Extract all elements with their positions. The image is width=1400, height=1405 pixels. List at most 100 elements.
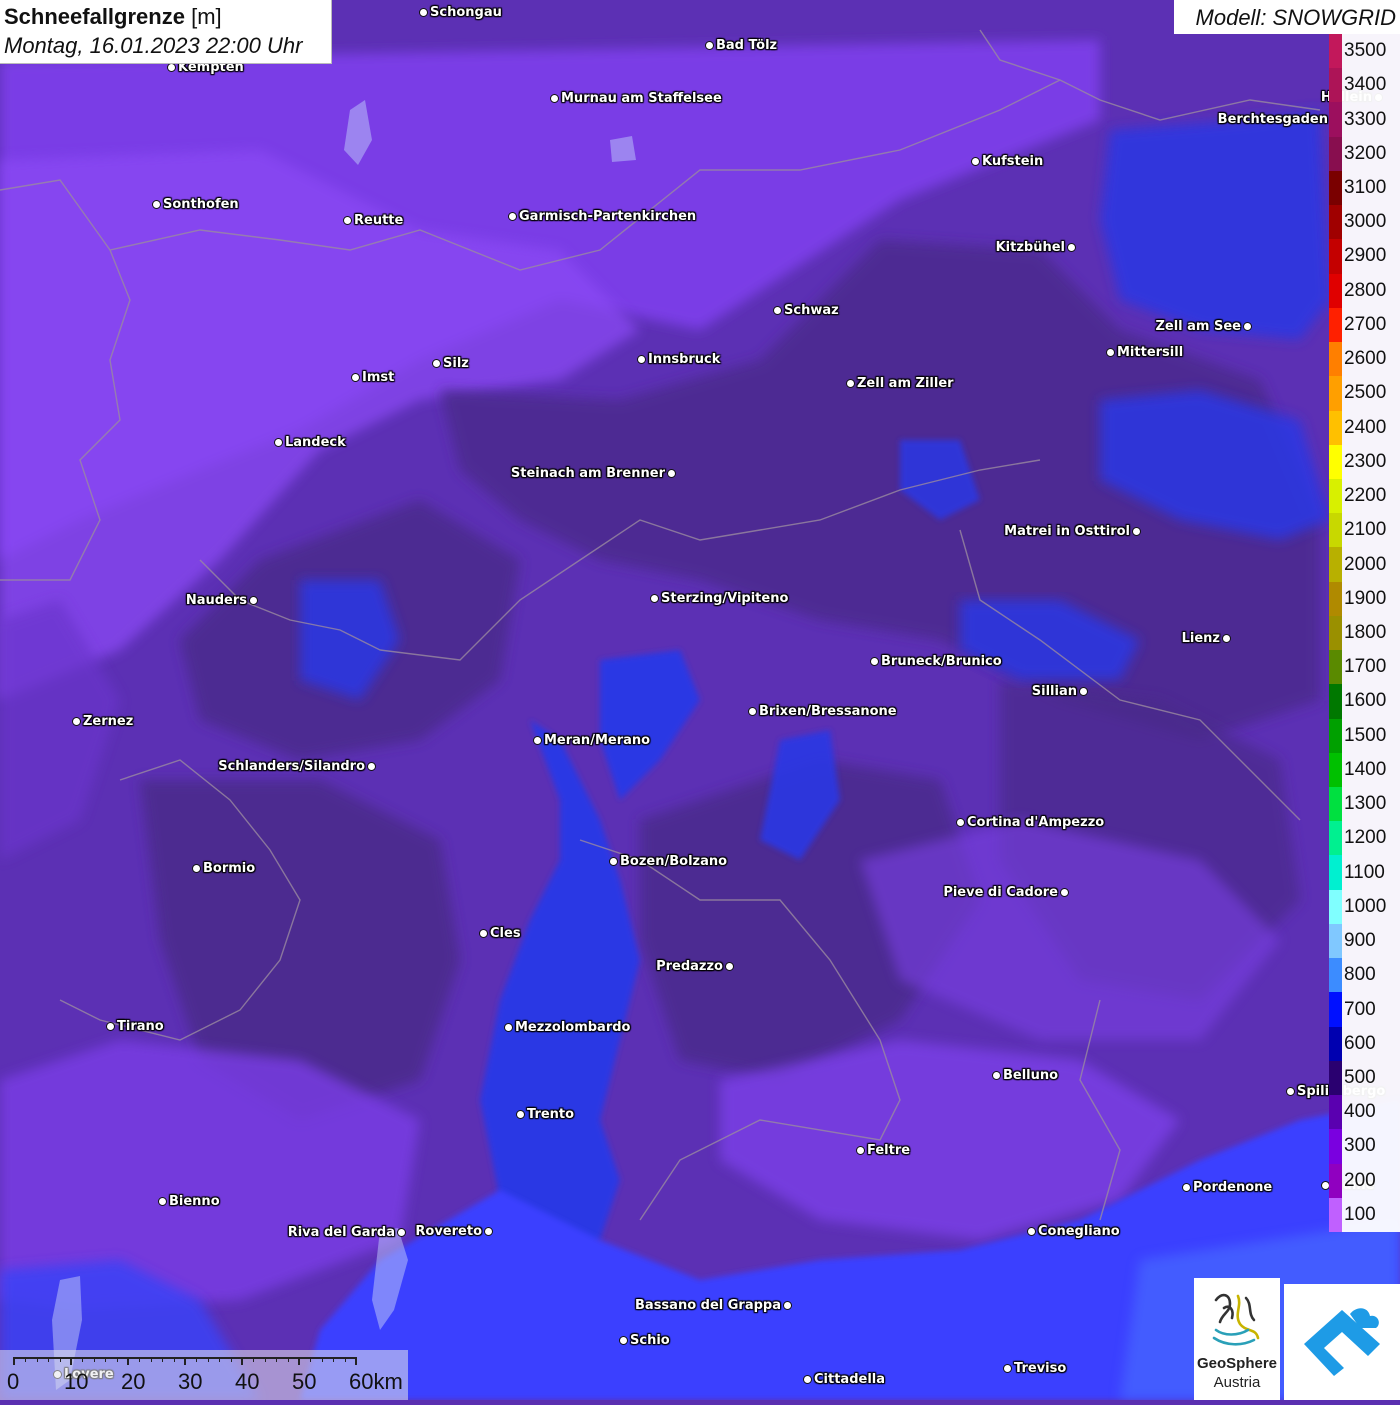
scale-tick	[276, 1357, 278, 1362]
scale-tick	[241, 1357, 243, 1365]
city-label: Steinach am Brenner	[511, 466, 678, 482]
city-label: Murnau am Staffelsee	[548, 91, 722, 107]
city-label: Bassano del Grappa	[635, 1298, 794, 1314]
legend-label: 1400	[1344, 758, 1387, 780]
city-name: Kufstein	[982, 154, 1044, 169]
city-dot-icon	[479, 929, 488, 938]
legend-swatch	[1329, 1197, 1342, 1233]
city-name: Brixen/Bressanone	[759, 704, 897, 719]
geosphere-name: GeoSphere	[1196, 1355, 1278, 1372]
city-label: Bienno	[156, 1194, 220, 1210]
city-dot-icon	[971, 157, 980, 166]
city-dot-icon	[637, 355, 646, 364]
legend-label: 3200	[1344, 142, 1387, 164]
legend-swatch	[1329, 444, 1342, 480]
city-dot-icon	[667, 469, 676, 478]
city-label: Nauders	[186, 593, 260, 609]
city-name: Meran/Merano	[544, 733, 651, 748]
city-dot-icon	[533, 736, 542, 745]
legend-label: 2400	[1344, 416, 1387, 438]
legend-swatch	[1329, 718, 1342, 754]
city-name: Murnau am Staffelsee	[561, 91, 722, 106]
legend-label: 600	[1344, 1032, 1376, 1054]
city-name: Cittadella	[814, 1372, 886, 1387]
legend-swatch	[1329, 273, 1342, 309]
city-dot-icon	[725, 962, 734, 971]
city-name: Lienz	[1181, 631, 1220, 646]
city-dot-icon	[856, 1146, 865, 1155]
city-dot-icon	[1027, 1227, 1036, 1236]
legend-label: 1200	[1344, 827, 1387, 849]
scale-tick	[150, 1357, 152, 1362]
legend-label: 1900	[1344, 587, 1387, 609]
city-name: Bozen/Bolzano	[620, 854, 728, 869]
model-box: Modell: SNOWGRID	[1174, 0, 1400, 34]
scale-label: 0	[7, 1369, 20, 1394]
city-dot-icon	[432, 359, 441, 368]
scale-tick	[333, 1357, 335, 1362]
legend-swatch	[1329, 1095, 1342, 1130]
city-dot-icon	[705, 41, 714, 50]
legend-label: 500	[1344, 1066, 1376, 1088]
parameter-name: Schneefallgrenze	[4, 4, 185, 29]
city-label: Pieve di Cadore	[943, 885, 1071, 901]
city-dot-icon	[992, 1071, 1001, 1080]
city-name: Schwaz	[784, 303, 839, 318]
scale-tick	[196, 1357, 198, 1362]
snowfall-limit-map[interactable]: Schongau Bad Tölz Kempten Murnau am Staffel…	[0, 0, 1400, 1400]
city-dot-icon	[1079, 687, 1088, 696]
scale-tick	[70, 1357, 72, 1365]
city-name: Matrei in Osttirol	[1004, 524, 1130, 539]
legend-swatch	[1329, 170, 1342, 206]
city-dot-icon	[803, 1375, 812, 1384]
snow-service-logo[interactable]	[1284, 1284, 1400, 1400]
legend-label: 1700	[1344, 656, 1387, 678]
city-label: Pordenone	[1180, 1180, 1272, 1196]
city-label: Brixen/Bressanone	[746, 704, 897, 720]
city-name: Cortina d'Ampezzo	[967, 815, 1105, 830]
city-label: Schwaz	[771, 303, 839, 319]
city-name: Reutte	[354, 213, 404, 228]
legend-swatch	[1329, 68, 1342, 103]
legend-swatch	[1329, 1060, 1342, 1096]
city-label: Matrei in Osttirol	[1004, 524, 1143, 540]
scale-tick	[355, 1357, 357, 1365]
legend-swatch	[1329, 1129, 1342, 1165]
city-label: Belluno	[990, 1068, 1058, 1084]
city-name: Pordenone	[1193, 1180, 1273, 1195]
city-dot-icon	[1182, 1183, 1191, 1192]
legend-label: 2200	[1344, 485, 1387, 507]
city-name: Silz	[443, 356, 469, 371]
legend-swatch	[1329, 478, 1342, 514]
legend-swatch	[1329, 102, 1342, 138]
scale-tick	[93, 1357, 95, 1362]
legend-label: 1300	[1344, 793, 1387, 815]
legend-swatch	[1329, 34, 1342, 69]
city-dot-icon	[846, 379, 855, 388]
city-label: Landeck	[272, 435, 346, 451]
legend-label: 1800	[1344, 622, 1387, 643]
city-label: Bruneck/Brunico	[868, 654, 1002, 670]
legend-swatch	[1329, 1026, 1342, 1062]
city-label: Kitzbühel	[996, 240, 1078, 256]
city-label: Schongau	[417, 5, 502, 21]
legend-label: 800	[1344, 964, 1376, 986]
city-name: Schlanders/Silandro	[218, 759, 365, 774]
legend-label: 1100	[1344, 861, 1385, 883]
scale-tick	[25, 1357, 27, 1362]
legend-label: 2600	[1344, 348, 1387, 370]
city-name: Imst	[362, 370, 395, 385]
city-name: Riva del Garda	[287, 1225, 395, 1240]
scale-tick	[105, 1357, 107, 1362]
city-name: Garmisch-Partenkirchen	[519, 209, 697, 224]
scale-tick	[264, 1357, 266, 1362]
city-dot-icon	[504, 1023, 513, 1032]
city-label: Schio	[617, 1333, 670, 1349]
city-label: Sonthofen	[150, 197, 239, 213]
city-label: Bormio	[190, 861, 255, 877]
legend-swatch	[1329, 1163, 1342, 1199]
city-label: Cortina d'Ampezzo	[954, 815, 1104, 831]
city-name: Mezzolombardo	[515, 1020, 631, 1035]
city-dot-icon	[1003, 1364, 1012, 1373]
city-label: Treviso	[1001, 1361, 1066, 1377]
